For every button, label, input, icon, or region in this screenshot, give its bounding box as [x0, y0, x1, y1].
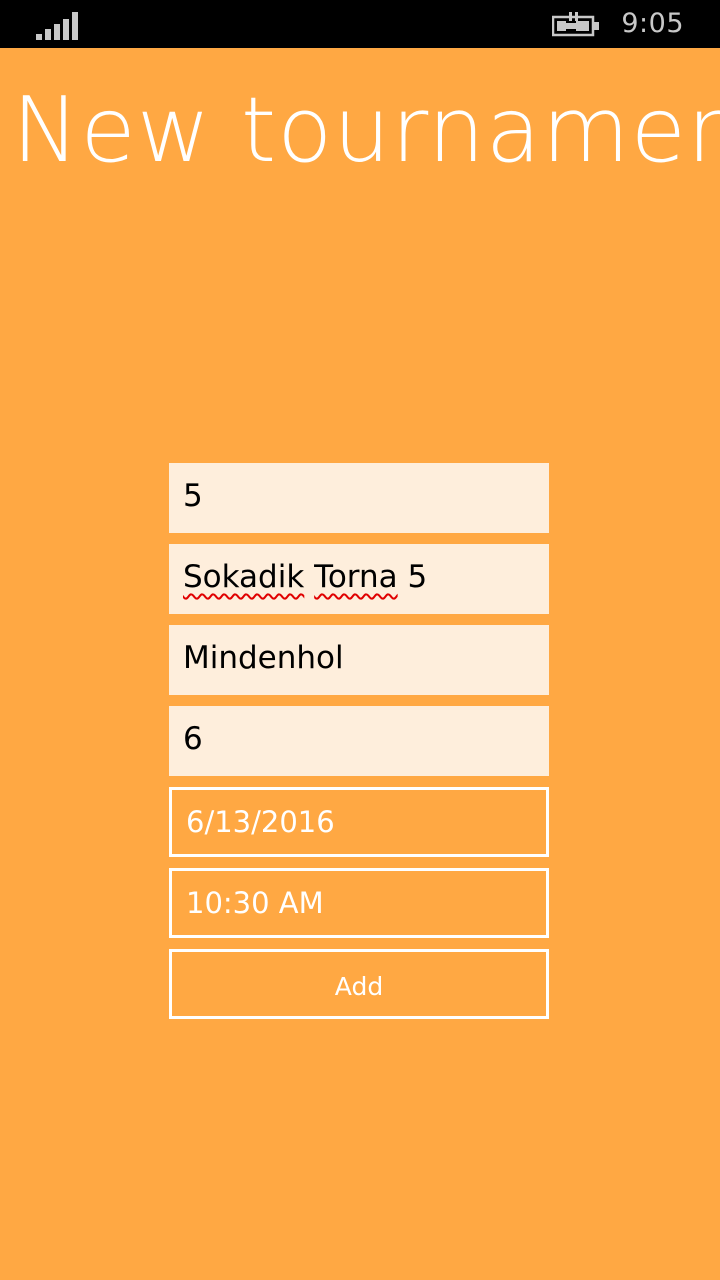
time-picker[interactable]: 10:30 AM — [169, 868, 549, 938]
count-input[interactable]: 6 — [169, 706, 549, 776]
location-input[interactable]: Mindenhol — [169, 625, 549, 695]
signal-strength-icon — [36, 12, 80, 40]
status-bar: 9:05 — [0, 0, 720, 48]
misspelled-word: Sokadik — [183, 559, 305, 595]
tournament-form: 5 Sokadik Torna 5 Mindenhol 6 6/13/2016 … — [169, 463, 549, 1019]
page-title: New tournamen — [12, 78, 720, 183]
misspelled-word: Torna — [314, 559, 398, 595]
date-picker[interactable]: 6/13/2016 — [169, 787, 549, 857]
tournament-name-input[interactable]: Sokadik Torna 5 — [169, 544, 549, 614]
add-button[interactable]: Add — [169, 949, 549, 1019]
clock: 9:05 — [621, 8, 684, 39]
name-suffix: 5 — [407, 559, 428, 595]
battery-charging-icon — [552, 12, 599, 37]
number-input[interactable]: 5 — [169, 463, 549, 533]
